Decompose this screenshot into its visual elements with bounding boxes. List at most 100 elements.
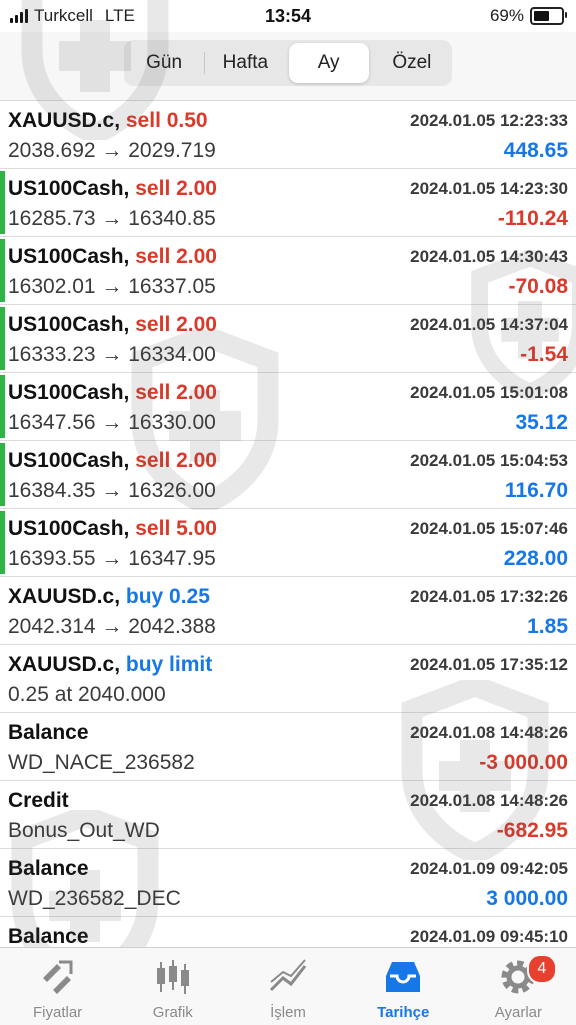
tab-label: Grafik	[152, 1004, 193, 1021]
tab-label: Tarihçe	[377, 1004, 430, 1021]
symbol-name: US100Cash,	[8, 313, 130, 336]
tab-history[interactable]: Tarihçe	[346, 948, 461, 1025]
history-row[interactable]: Balance 2024.01.09 09:42:05 WD_236582_DEC…	[0, 849, 576, 917]
row-title: Balance	[8, 857, 89, 881]
tab-label: Ayarlar	[494, 1004, 543, 1021]
row-timestamp: 2024.01.05 17:32:26	[410, 587, 568, 606]
chart-icon	[156, 960, 189, 994]
row-title: Balance	[8, 721, 89, 745]
row-profit: -110.24	[497, 207, 568, 230]
history-row[interactable]: XAUUSD.c, buy limit 2024.01.05 17:35:12 0.…	[0, 645, 576, 713]
row-title: US100Cash, sell 2.00	[8, 177, 217, 201]
trade-side: sell 2.00	[135, 449, 217, 472]
trade-side: sell 0.50	[125, 109, 208, 132]
segment-custom[interactable]: Özel	[372, 40, 452, 86]
row-profit: 228.00	[503, 547, 568, 570]
symbol-name: XAUUSD.c,	[8, 653, 121, 676]
history-row[interactable]: US100Cash, sell 5.00 2024.01.05 15:07:46 1…	[0, 509, 576, 577]
history-row[interactable]: Credit 2024.01.08 14:48:26 Bonus_Out_WD -6…	[0, 781, 576, 849]
history-list[interactable]: XAUUSD.c, sell 0.50 2024.01.05 12:23:33 20…	[0, 101, 576, 947]
symbol-name: Balance	[8, 721, 89, 744]
tab-label: Fiyatlar	[33, 1004, 83, 1021]
notification-badge: 4	[526, 954, 557, 984]
tab-quotes[interactable]: Fiyatlar	[0, 948, 115, 1025]
row-details: Bonus_Out_WD	[8, 819, 160, 842]
row-profit: 448.65	[503, 139, 568, 162]
symbol-name: US100Cash,	[8, 517, 130, 540]
row-timestamp: 2024.01.05 15:01:08	[410, 383, 568, 402]
history-row[interactable]: Balance 2024.01.08 14:48:26 WD_NACE_23658…	[0, 713, 576, 781]
history-row[interactable]: XAUUSD.c, sell 0.50 2024.01.05 12:23:33 20…	[0, 101, 576, 169]
history-row[interactable]: XAUUSD.c, buy 0.25 2024.01.05 17:32:26 204…	[0, 577, 576, 645]
row-title: XAUUSD.c, buy limit	[8, 653, 212, 677]
history-row[interactable]: US100Cash, sell 2.00 2024.01.05 14:23:30 1…	[0, 169, 576, 237]
row-details: 16333.23 → 16334.00	[8, 343, 216, 366]
symbol-name: US100Cash,	[8, 449, 130, 472]
row-title: US100Cash, sell 2.00	[8, 449, 217, 473]
tab-trade[interactable]: İşlem	[230, 948, 345, 1025]
row-timestamp: 2024.01.09 09:42:05	[410, 859, 568, 878]
history-row[interactable]: US100Cash, sell 2.00 2024.01.05 14:30:43 1…	[0, 237, 576, 305]
row-details: 2038.692 → 2029.719	[8, 139, 216, 162]
row-details: WD_NACE_236582	[8, 751, 195, 774]
trade-side: buy limit	[125, 653, 213, 676]
row-details: 16285.73 → 16340.85	[8, 207, 216, 230]
row-details: WD_236582_DEC	[8, 887, 181, 910]
history-row[interactable]: Balance 2024.01.09 09:45:10	[0, 917, 576, 947]
row-title: XAUUSD.c, buy 0.25	[8, 585, 210, 609]
trade-side: sell 2.00	[135, 245, 217, 268]
row-timestamp: 2024.01.05 14:30:43	[410, 247, 568, 266]
row-timestamp: 2024.01.08 14:48:26	[410, 723, 568, 742]
row-timestamp: 2024.01.08 14:48:26	[410, 791, 568, 810]
tab-label: İşlem	[270, 1004, 306, 1021]
history-row[interactable]: US100Cash, sell 2.00 2024.01.05 15:01:08 1…	[0, 373, 576, 441]
row-title: US100Cash, sell 5.00	[8, 517, 217, 541]
battery-icon	[530, 7, 567, 25]
row-profit: 1.85	[527, 615, 568, 638]
battery-percent: 69%	[489, 6, 524, 25]
row-profit: -1.54	[520, 343, 568, 366]
history-row[interactable]: US100Cash, sell 2.00 2024.01.05 14:37:04 1…	[0, 305, 576, 373]
row-timestamp: 2024.01.09 09:45:10	[410, 927, 568, 946]
row-timestamp: 2024.01.05 14:23:30	[410, 179, 568, 198]
symbol-name: Balance	[8, 857, 89, 880]
row-title: XAUUSD.c, sell 0.50	[8, 109, 208, 133]
trade-side: sell 2.00	[135, 177, 217, 200]
symbol-name: XAUUSD.c,	[8, 109, 121, 132]
status-bar: Turkcell LTE 13:54 69%	[0, 0, 576, 32]
battery-info: 69%	[489, 6, 567, 26]
trade-side: buy 0.25	[125, 585, 210, 608]
row-details: 16347.56 → 16330.00	[8, 411, 216, 434]
segment-week[interactable]: Hafta	[205, 40, 285, 86]
row-profit: -70.08	[508, 275, 568, 298]
row-timestamp: 2024.01.05 15:04:53	[410, 451, 568, 470]
row-details: 0.25 at 2040.000	[8, 683, 166, 706]
row-details: 16393.55 → 16347.95	[8, 547, 216, 570]
symbol-name: Balance	[8, 925, 89, 947]
row-title: Credit	[8, 789, 69, 813]
row-title: US100Cash, sell 2.00	[8, 381, 217, 405]
row-profit: 116.70	[504, 479, 568, 502]
row-details: 16384.35 → 16326.00	[8, 479, 216, 502]
symbol-name: US100Cash,	[8, 245, 130, 268]
trade-side: sell 2.00	[135, 381, 217, 404]
bottom-tab-bar: Fiyatlar Grafik İşlem Tarihçe Ayarlar 4	[0, 947, 576, 1025]
period-segmented-control: Gün Hafta Ay Özel	[124, 40, 452, 86]
symbol-name: US100Cash,	[8, 177, 130, 200]
quotes-icon	[42, 960, 73, 994]
row-timestamp: 2024.01.05 15:07:46	[410, 519, 568, 538]
segment-day[interactable]: Gün	[124, 40, 204, 86]
row-details: 2042.314 → 2042.388	[8, 615, 216, 638]
tab-settings[interactable]: Ayarlar 4	[461, 948, 576, 1025]
row-profit: -3 000.00	[479, 751, 568, 774]
segment-month[interactable]: Ay	[288, 43, 369, 83]
trade-side: sell 5.00	[135, 517, 217, 540]
trade-side: sell 2.00	[135, 313, 217, 336]
row-timestamp: 2024.01.05 17:35:12	[410, 655, 568, 674]
history-row[interactable]: US100Cash, sell 2.00 2024.01.05 15:04:53 1…	[0, 441, 576, 509]
tab-chart[interactable]: Grafik	[115, 948, 230, 1025]
row-title: US100Cash, sell 2.00	[8, 245, 217, 269]
row-timestamp: 2024.01.05 14:37:04	[410, 315, 568, 334]
row-profit: 35.12	[515, 411, 568, 434]
row-title: Balance	[8, 925, 89, 947]
